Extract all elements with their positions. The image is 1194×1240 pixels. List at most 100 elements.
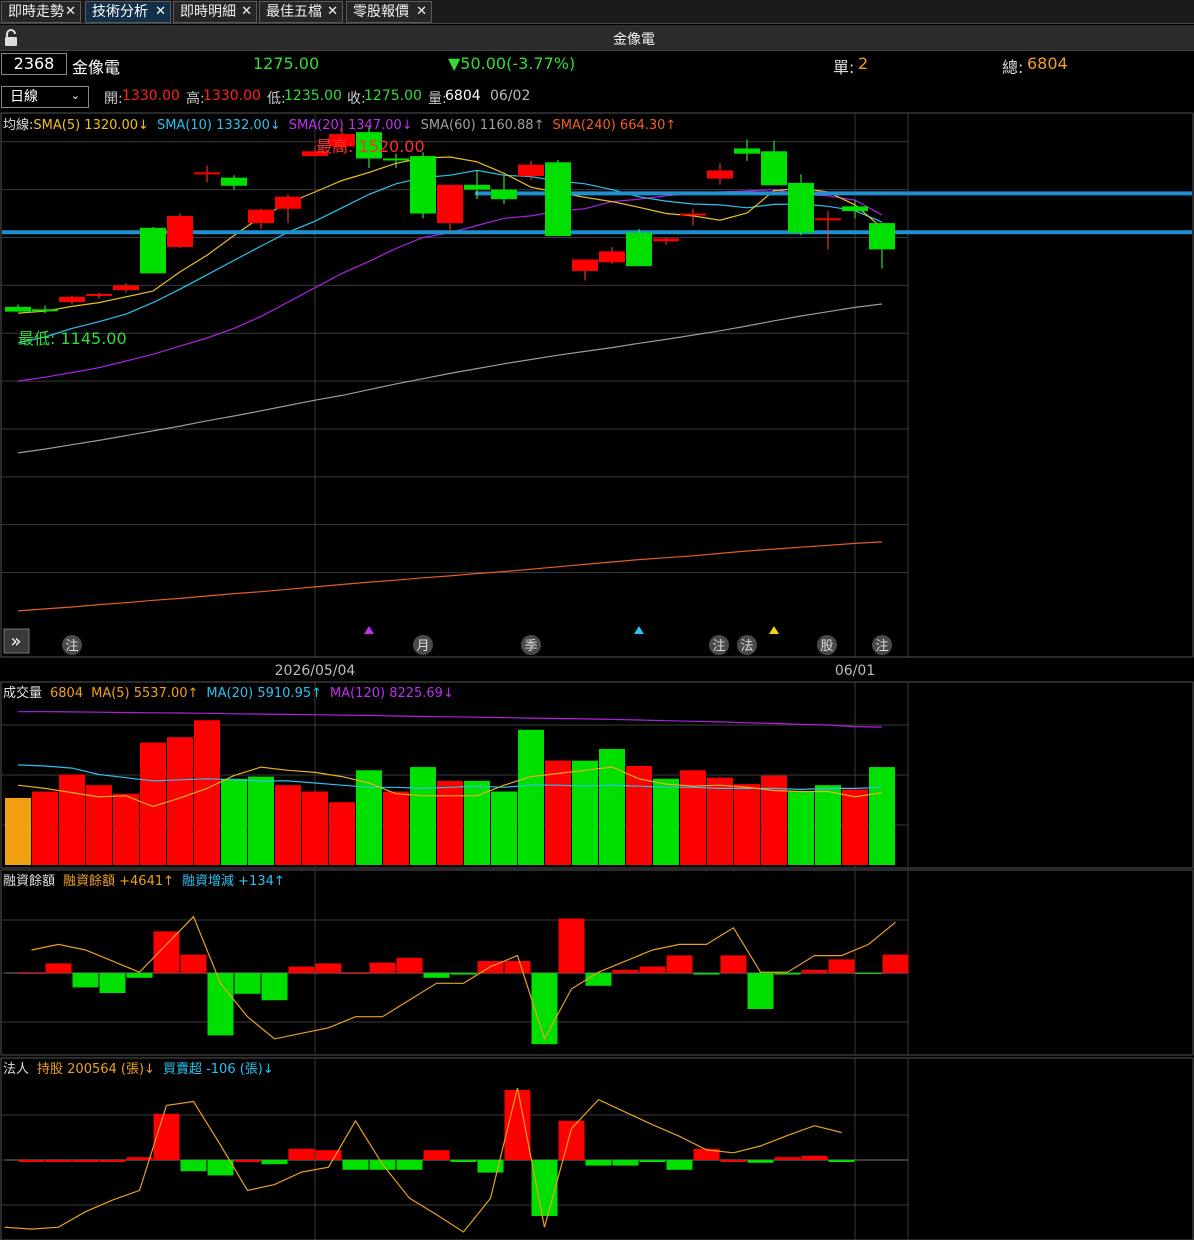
volume-bar: [59, 774, 85, 865]
institutional-net-bar: [288, 1148, 315, 1160]
volume-bar: [32, 791, 58, 865]
candle-body: [464, 184, 490, 190]
volume-bar: [869, 767, 895, 865]
candle-body: [410, 156, 436, 214]
institutional-net-bar: [747, 1160, 774, 1163]
margin-change-bar: [666, 955, 693, 973]
candle-body: [680, 213, 706, 216]
event-badge-label: 月: [416, 639, 429, 654]
volume-bar: [5, 797, 31, 865]
candle-body: [248, 209, 274, 224]
margin-change-bar: [531, 973, 558, 1045]
institutional-net-bar: [180, 1160, 207, 1172]
margin-change-bar: [882, 954, 909, 973]
sma240-line: [17, 541, 883, 612]
candle-body: [626, 232, 652, 267]
institutional-net-bar: [396, 1160, 423, 1170]
volume-bar: [707, 777, 733, 865]
institutional-net-bar: [585, 1160, 612, 1166]
institutional-net-bar: [342, 1160, 369, 1170]
institutional-net-bar: [720, 1160, 747, 1162]
margin-change-bar: [450, 973, 477, 975]
candle-body: [707, 170, 733, 179]
margin-change-bar: [153, 931, 180, 973]
double-chevron-icon: »: [10, 631, 21, 652]
volume-bar: [599, 748, 625, 865]
candle-body: [869, 223, 895, 250]
margin-change-bar: [693, 973, 720, 975]
volume-bar: [437, 780, 463, 865]
volume-bar: [248, 776, 274, 865]
institutional-net-bar: [18, 1160, 45, 1162]
institutional-net-bar: [126, 1157, 153, 1160]
candle-body: [275, 196, 301, 209]
candle-body: [761, 151, 787, 186]
x-axis-label: 2026/05/04: [275, 663, 356, 679]
institutional-net-bar: [666, 1160, 693, 1170]
event-badge-label: 注: [712, 639, 725, 654]
volume-legend-item: MA(120) 8225.69↓: [330, 686, 454, 701]
institutional-net-bar: [153, 1113, 180, 1160]
volume-bar: [194, 720, 220, 865]
technical-chart[interactable]: 均線: SMA(5) 1320.00↓ SMA(10) 1332.00↓ SMA(20…: [0, 0, 1194, 1240]
volume-bar: [302, 791, 328, 865]
ma-legend-item: SMA(240) 664.30↑: [552, 118, 676, 133]
candle-body: [599, 251, 625, 263]
volume-bar: [410, 767, 436, 865]
margin-change-bar: [45, 963, 72, 973]
institutional-net-bar: [99, 1160, 126, 1162]
margin-legend-item: 融資餘額: [3, 873, 55, 889]
volume-bar: [221, 778, 247, 865]
panel-frame: [0, 1057, 1194, 1240]
volume-bar: [356, 770, 382, 865]
institutional-net-bar: [72, 1160, 99, 1162]
volume-bar: [734, 784, 760, 865]
margin-change-bar: [855, 973, 882, 974]
volume-bar: [572, 760, 598, 865]
institutional-net-bar: [450, 1160, 477, 1162]
margin-change-bar: [369, 962, 396, 973]
candle-body: [653, 238, 679, 242]
margin-change-bar: [342, 973, 369, 974]
signal-marker: [769, 626, 779, 634]
institutional-legend-item: 買賣超 -106 (張)↓: [163, 1062, 274, 1077]
volume-bar: [491, 791, 517, 865]
candle-body: [140, 227, 166, 274]
margin-change-bar: [504, 961, 531, 973]
event-badge-label: 注: [875, 639, 888, 654]
candle-body: [815, 218, 841, 221]
candle-body: [437, 184, 463, 224]
event-badge-label: 股: [820, 639, 833, 654]
candle-body: [383, 158, 409, 161]
institutional-net-bar: [828, 1160, 855, 1162]
margin-legend-item: 融資餘額 +4641↑: [63, 873, 174, 889]
institutional-net-bar: [558, 1120, 585, 1160]
institutional-net-bar: [801, 1155, 828, 1160]
ma-legend-item: SMA(10) 1332.00↓: [157, 118, 281, 133]
max-price-label: 最高: 1520.00: [316, 137, 425, 156]
candle-body: [194, 172, 220, 175]
margin-change-bar: [774, 973, 801, 975]
candle-body: [167, 215, 193, 248]
volume-legend-item: 成交量: [3, 685, 42, 701]
ma-legend-item: SMA(60) 1160.88↑: [421, 118, 545, 133]
institutional-net-bar: [234, 1160, 261, 1162]
institutional-legend-item: 法人: [3, 1062, 29, 1077]
volume-bar: [653, 778, 679, 865]
volume-legend-item: 6804: [50, 686, 83, 701]
candle-body: [572, 259, 598, 271]
institutional-net-bar: [45, 1160, 72, 1162]
volume-bar: [275, 785, 301, 865]
sma60-line: [17, 303, 883, 454]
panel-frame: [0, 869, 1194, 1056]
ma-legend-item: SMA(20) 1347.00↓: [289, 118, 413, 133]
margin-change-bar: [720, 955, 747, 973]
volume-bar: [383, 791, 409, 865]
institutional-net-bar: [423, 1150, 450, 1160]
margin-change-bar: [72, 973, 99, 988]
margin-change-bar: [585, 973, 612, 986]
margin-change-bar: [234, 973, 261, 994]
volume-bar: [680, 770, 706, 865]
candle-body: [545, 162, 571, 237]
margin-change-bar: [261, 973, 288, 1001]
